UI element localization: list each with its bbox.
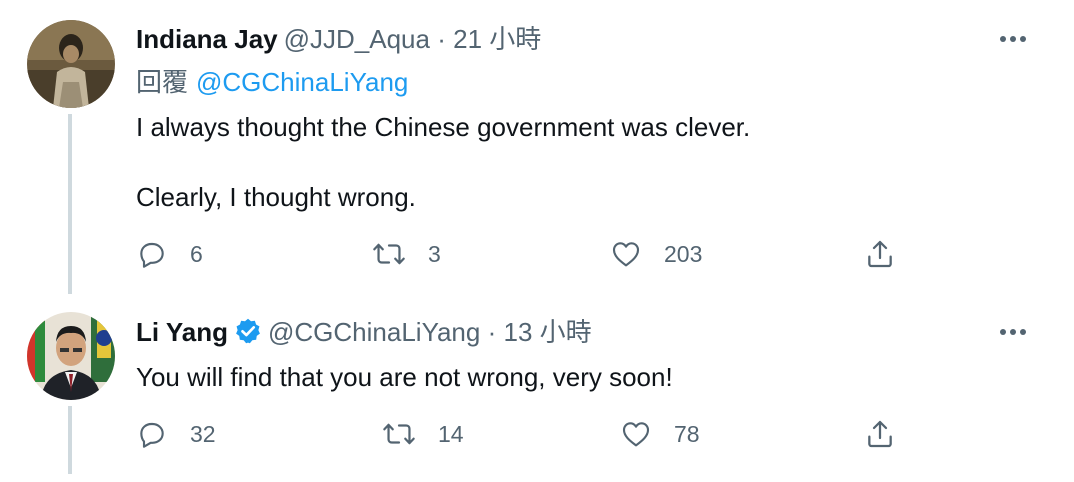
like-count: 78 bbox=[674, 420, 700, 447]
tweet[interactable]: Indiana Jay @JJD_Aqua · 21 小時 回覆 @CGChinaL… bbox=[0, 0, 1074, 298]
retweet-button[interactable]: 14 bbox=[382, 414, 464, 454]
like-button[interactable]: 203 bbox=[610, 234, 702, 274]
separator: · bbox=[437, 24, 446, 54]
avatar[interactable] bbox=[27, 20, 115, 108]
tweet-header: Li Yang @CGChinaLiYang · 13 小時 bbox=[136, 315, 592, 349]
tweet-thread: Indiana Jay @JJD_Aqua · 21 小時 回覆 @CGChinaL… bbox=[0, 0, 1074, 482]
display-name[interactable]: Indiana Jay bbox=[136, 24, 278, 54]
tweet-header: Indiana Jay @JJD_Aqua · 21 小時 bbox=[136, 22, 541, 56]
reply-count: 6 bbox=[190, 240, 203, 267]
retweet-icon bbox=[373, 243, 405, 265]
share-icon bbox=[868, 240, 892, 268]
tweet-text-line: You will find that you are not wrong, ve… bbox=[136, 362, 673, 392]
retweet-button[interactable]: 3 bbox=[372, 234, 441, 274]
thread-connector bbox=[68, 406, 72, 474]
user-handle[interactable]: @CGChinaLiYang bbox=[268, 317, 480, 347]
more-icon bbox=[1000, 36, 1026, 42]
reply-handle-link[interactable]: @CGChinaLiYang bbox=[196, 67, 408, 97]
thread-connector bbox=[68, 114, 72, 294]
retweet-count: 14 bbox=[438, 420, 464, 447]
separator: · bbox=[487, 317, 497, 347]
like-count: 203 bbox=[664, 240, 703, 267]
reply-label: 回覆 bbox=[136, 67, 189, 97]
reply-icon bbox=[140, 422, 164, 448]
tweet-text-line: Clearly, I thought wrong. bbox=[136, 182, 416, 212]
heart-icon bbox=[612, 242, 640, 267]
share-button[interactable] bbox=[864, 234, 896, 274]
tweet-actions: 6 3 203 bbox=[136, 234, 906, 274]
tweet-text-line: I always thought the Chinese government … bbox=[136, 112, 751, 142]
share-button[interactable] bbox=[864, 414, 896, 454]
reply-icon bbox=[140, 242, 164, 268]
like-button[interactable]: 78 bbox=[620, 414, 700, 454]
retweet-count: 3 bbox=[428, 240, 441, 267]
timestamp[interactable]: 13 小時 bbox=[504, 317, 592, 347]
more-options-button[interactable] bbox=[996, 22, 1030, 56]
avatar[interactable] bbox=[27, 312, 115, 400]
tweet-actions: 32 14 78 bbox=[136, 414, 906, 454]
tweet[interactable]: Li Yang @CGChinaLiYang · 13 小時 You will … bbox=[0, 298, 1074, 482]
verified-badge-icon bbox=[236, 318, 260, 344]
retweet-icon bbox=[383, 423, 415, 445]
reply-button[interactable]: 6 bbox=[136, 234, 203, 274]
reply-count: 32 bbox=[190, 420, 216, 447]
heart-icon bbox=[622, 422, 650, 447]
user-handle[interactable]: @JJD_Aqua bbox=[284, 24, 430, 54]
timestamp[interactable]: 21 小時 bbox=[453, 24, 541, 54]
reply-button[interactable]: 32 bbox=[136, 414, 216, 454]
share-icon bbox=[868, 420, 892, 448]
display-name[interactable]: Li Yang bbox=[136, 317, 228, 347]
more-icon bbox=[1000, 329, 1026, 335]
more-options-button[interactable] bbox=[996, 315, 1030, 349]
reply-context: 回覆 @CGChinaLiYang bbox=[136, 65, 408, 99]
